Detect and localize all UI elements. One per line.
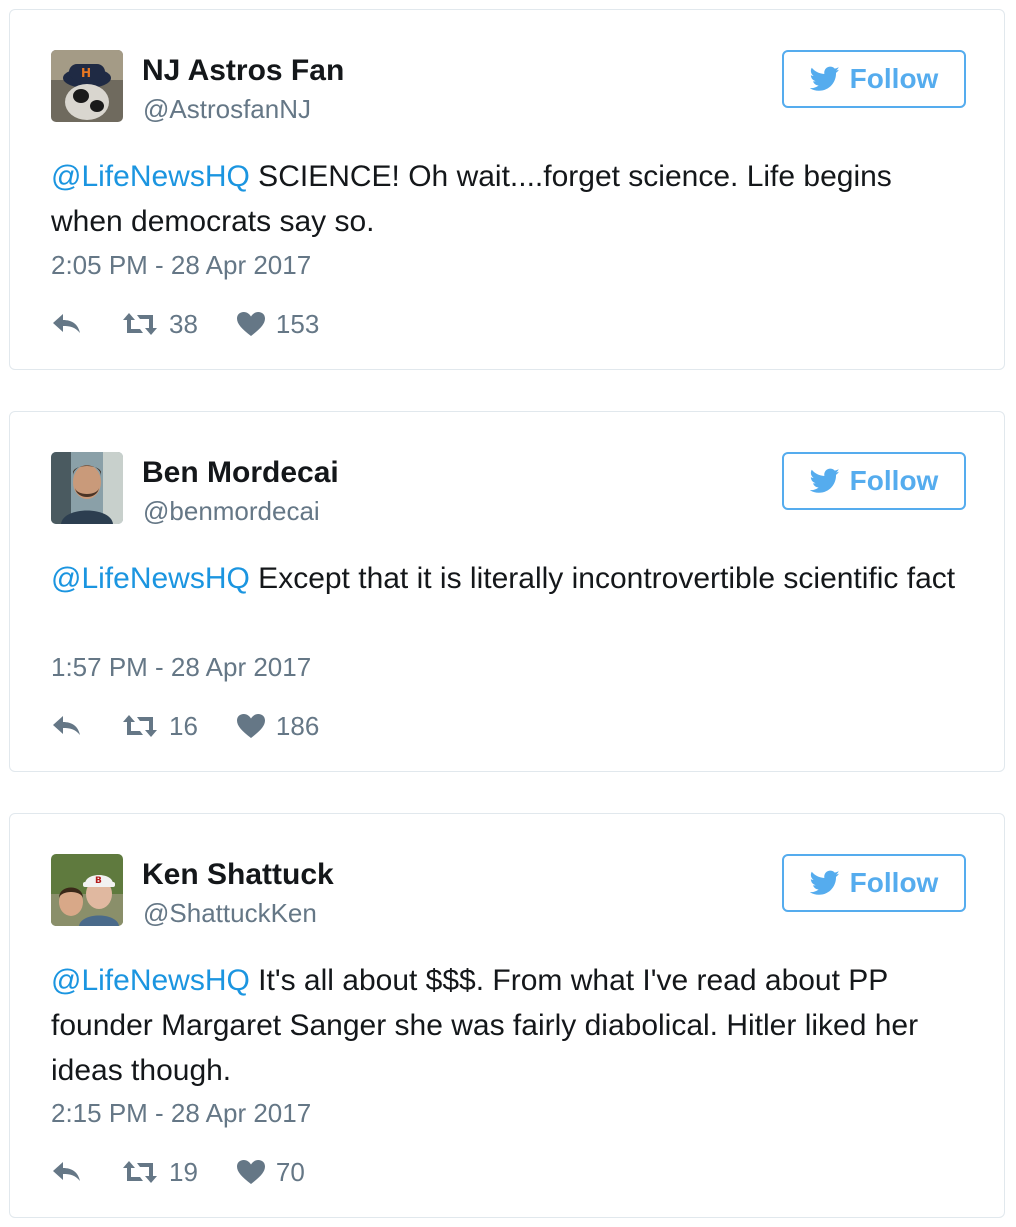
like-button[interactable]: 70	[236, 1157, 305, 1188]
twitter-bird-icon	[809, 870, 840, 895]
twitter-bird-icon	[809, 468, 840, 493]
reply-button[interactable]	[51, 1160, 83, 1184]
mention-link[interactable]: @LifeNewsHQ	[51, 964, 250, 997]
user-handle[interactable]: @ShattuckKen	[143, 898, 317, 929]
tweet-actions: 38 153	[51, 306, 319, 342]
follow-label: Follow	[849, 63, 939, 94]
mention-link[interactable]: @LifeNewsHQ	[51, 160, 250, 193]
like-count: 186	[275, 710, 320, 741]
user-handle[interactable]: @benmordecai	[143, 496, 320, 527]
tweet-card: H NJ Astros Fan @AstrosfanNJ Follow @Lif…	[9, 9, 1005, 370]
retweet-button[interactable]: 16	[121, 711, 198, 742]
timestamp[interactable]: 2:15 PM - 28 Apr 2017	[51, 1098, 311, 1129]
like-button[interactable]: 153	[236, 309, 319, 340]
display-name[interactable]: Ken Shattuck	[142, 858, 334, 892]
mention-link[interactable]: @LifeNewsHQ	[51, 562, 250, 595]
retweet-button[interactable]: 19	[121, 1157, 198, 1188]
avatar[interactable]	[51, 452, 123, 524]
reply-icon	[53, 716, 80, 735]
display-name[interactable]: Ben Mordecai	[142, 456, 339, 490]
timestamp[interactable]: 2:05 PM - 28 Apr 2017	[51, 250, 311, 281]
avatar[interactable]: B	[51, 854, 123, 926]
heart-icon	[236, 714, 265, 738]
like-button[interactable]: 186	[236, 711, 319, 742]
svg-text:B: B	[95, 876, 102, 886]
follow-label: Follow	[849, 465, 939, 496]
retweet-count: 19	[169, 1156, 198, 1187]
reply-button[interactable]	[51, 714, 83, 738]
tweet-text: @LifeNewsHQ SCIENCE! Oh wait....forget s…	[51, 154, 971, 244]
like-count: 70	[275, 1156, 305, 1187]
avatar[interactable]: H	[51, 50, 123, 122]
retweet-icon	[123, 313, 157, 335]
svg-text:H: H	[81, 66, 91, 80]
tweet-body: Except that it is literally incontrovert…	[249, 562, 956, 595]
tweet-actions: 19 70	[51, 1154, 305, 1190]
heart-icon	[236, 1160, 265, 1184]
retweet-icon	[123, 1161, 157, 1183]
retweet-count: 16	[169, 710, 198, 741]
heart-icon	[236, 312, 265, 336]
tweet-card: Ben Mordecai @benmordecai Follow @LifeNe…	[9, 411, 1005, 772]
twitter-bird-icon	[809, 66, 840, 91]
follow-label: Follow	[849, 867, 939, 898]
retweet-icon	[123, 715, 157, 737]
retweet-button[interactable]: 38	[121, 309, 198, 340]
user-handle[interactable]: @AstrosfanNJ	[143, 94, 311, 125]
timestamp[interactable]: 1:57 PM - 28 Apr 2017	[51, 652, 311, 683]
tweet-actions: 16 186	[51, 708, 319, 744]
display-name[interactable]: NJ Astros Fan	[142, 54, 344, 88]
tweet-text: @LifeNewsHQ It's all about $$$. From wha…	[51, 958, 971, 1093]
retweet-count: 38	[169, 308, 198, 339]
follow-button[interactable]: Follow	[782, 50, 966, 108]
reply-icon	[53, 314, 80, 333]
reply-icon	[53, 1162, 80, 1181]
follow-button[interactable]: Follow	[782, 854, 966, 912]
tweet-text: @LifeNewsHQ Except that it is literally …	[51, 556, 971, 601]
tweet-card: B Ken Shattuck @ShattuckKen Follow @Life…	[9, 813, 1005, 1218]
reply-button[interactable]	[51, 312, 83, 336]
like-count: 153	[275, 308, 320, 339]
follow-button[interactable]: Follow	[782, 452, 966, 510]
